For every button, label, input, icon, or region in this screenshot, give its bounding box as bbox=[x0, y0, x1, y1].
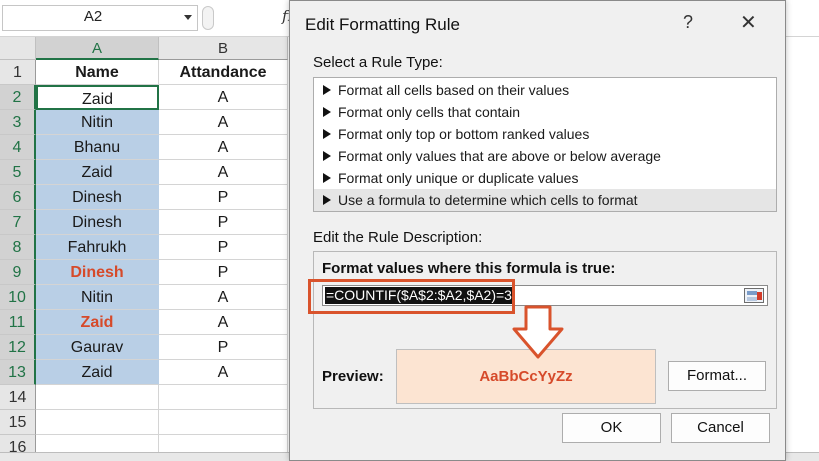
row-header[interactable]: 13 bbox=[0, 360, 36, 385]
row-header[interactable]: 5 bbox=[0, 160, 36, 185]
column-header-b[interactable]: B bbox=[159, 37, 288, 60]
triangle-bullet-icon bbox=[323, 107, 331, 117]
cell-b[interactable]: A bbox=[159, 160, 288, 185]
cell-b[interactable]: Attandance bbox=[159, 60, 288, 85]
cell-b[interactable]: P bbox=[159, 260, 288, 285]
rule-type-label: Use a formula to determine which cells t… bbox=[338, 192, 638, 208]
close-icon[interactable]: ✕ bbox=[740, 10, 757, 35]
row-header[interactable]: 1 bbox=[0, 60, 36, 85]
row-header[interactable]: 7 bbox=[0, 210, 36, 235]
triangle-bullet-icon bbox=[323, 129, 331, 139]
cell-b[interactable]: P bbox=[159, 335, 288, 360]
cell-b[interactable]: P bbox=[159, 235, 288, 260]
format-button[interactable]: Format... bbox=[668, 361, 766, 391]
row-header[interactable]: 9 bbox=[0, 260, 36, 285]
cell-a[interactable]: Dinesh bbox=[36, 185, 159, 210]
cell-b[interactable]: A bbox=[159, 285, 288, 310]
row-header[interactable]: 4 bbox=[0, 135, 36, 160]
row-header[interactable]: 6 bbox=[0, 185, 36, 210]
rule-type-label: Format only top or bottom ranked values bbox=[338, 126, 590, 142]
triangle-bullet-icon bbox=[323, 173, 331, 183]
formula-label: Format values where this formula is true… bbox=[322, 260, 616, 277]
cell-a[interactable] bbox=[36, 385, 159, 410]
formula-bar-splitter[interactable] bbox=[202, 6, 214, 30]
rule-type-label: Format only unique or duplicate values bbox=[338, 170, 579, 186]
cell-a[interactable]: Name bbox=[36, 60, 159, 85]
row-header[interactable]: 12 bbox=[0, 335, 36, 360]
cell-b[interactable]: A bbox=[159, 85, 288, 110]
rule-type-item[interactable]: Format only unique or duplicate values bbox=[314, 167, 776, 189]
cell-a[interactable]: Nitin bbox=[36, 285, 159, 310]
rule-type-item[interactable]: Format only top or bottom ranked values bbox=[314, 123, 776, 145]
cell-a[interactable] bbox=[36, 410, 159, 435]
name-box[interactable]: A2 bbox=[2, 5, 198, 31]
rule-type-list[interactable]: Format all cells based on their values Fo… bbox=[313, 77, 777, 212]
cell-a[interactable]: Gaurav bbox=[36, 335, 159, 360]
cell-a[interactable]: Zaid bbox=[36, 360, 159, 385]
triangle-bullet-icon bbox=[323, 151, 331, 161]
cell-b[interactable]: P bbox=[159, 185, 288, 210]
formula-highlight-annotation bbox=[308, 279, 515, 314]
down-arrow-icon bbox=[512, 305, 564, 359]
row-header[interactable]: 10 bbox=[0, 285, 36, 310]
cell-a[interactable]: Zaid bbox=[36, 310, 159, 335]
cell-b[interactable] bbox=[159, 410, 288, 435]
help-icon[interactable]: ? bbox=[683, 12, 693, 33]
rule-type-item[interactable]: Use a formula to determine which cells t… bbox=[314, 189, 776, 211]
dialog-title: Edit Formatting Rule bbox=[305, 15, 460, 34]
edit-formatting-rule-dialog: Edit Formatting Rule ? ✕ Select a Rule T… bbox=[289, 0, 786, 461]
select-rule-type-label: Select a Rule Type: bbox=[313, 54, 443, 71]
row-header[interactable]: 2 bbox=[0, 85, 36, 110]
row-header[interactable]: 11 bbox=[0, 310, 36, 335]
cell-b[interactable]: A bbox=[159, 110, 288, 135]
cell-a[interactable]: Bhanu bbox=[36, 135, 159, 160]
cell-a[interactable]: Dinesh bbox=[36, 210, 159, 235]
ok-button[interactable]: OK bbox=[562, 413, 661, 443]
rule-type-label: Format only cells that contain bbox=[338, 104, 521, 120]
rule-type-label: Format only values that are above or bel… bbox=[338, 148, 661, 164]
row-header[interactable]: 3 bbox=[0, 110, 36, 135]
cancel-button[interactable]: Cancel bbox=[671, 413, 770, 443]
name-box-value: A2 bbox=[83, 8, 103, 25]
select-all-corner[interactable] bbox=[0, 37, 36, 60]
triangle-bullet-icon bbox=[323, 85, 331, 95]
cell-b[interactable]: P bbox=[159, 210, 288, 235]
chevron-down-icon[interactable] bbox=[184, 15, 192, 20]
cell-b[interactable]: A bbox=[159, 135, 288, 160]
rule-type-label: Format all cells based on their values bbox=[338, 82, 570, 98]
rule-type-item[interactable]: Format all cells based on their values bbox=[314, 79, 776, 101]
cell-a[interactable]: Fahrukh bbox=[36, 235, 159, 260]
cell-b[interactable] bbox=[159, 385, 288, 410]
collapse-dialog-icon[interactable] bbox=[744, 288, 764, 303]
edit-description-label: Edit the Rule Description: bbox=[313, 229, 483, 246]
cell-a[interactable]: Dinesh bbox=[36, 260, 159, 285]
triangle-bullet-icon bbox=[323, 195, 331, 205]
row-header[interactable]: 8 bbox=[0, 235, 36, 260]
cell-a[interactable]: Nitin bbox=[36, 110, 159, 135]
rule-type-item[interactable]: Format only cells that contain bbox=[314, 101, 776, 123]
rule-type-item[interactable]: Format only values that are above or bel… bbox=[314, 145, 776, 167]
cell-a[interactable]: Zaid bbox=[36, 160, 159, 185]
cell-b[interactable]: A bbox=[159, 310, 288, 335]
column-header-a[interactable]: A bbox=[36, 37, 159, 60]
cell-a[interactable]: Zaid bbox=[36, 85, 159, 110]
row-header[interactable]: 15 bbox=[0, 410, 36, 435]
preview-label: Preview: bbox=[322, 368, 384, 385]
cell-b[interactable]: A bbox=[159, 360, 288, 385]
row-header[interactable]: 14 bbox=[0, 385, 36, 410]
